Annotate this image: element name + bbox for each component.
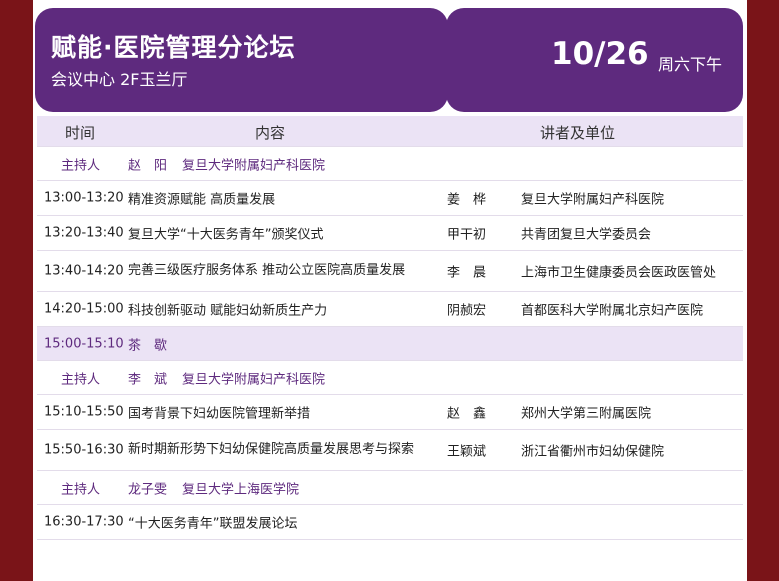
session-time: 13:40-14:20	[44, 263, 124, 279]
session-time: 13:00-13:20	[44, 190, 124, 206]
host-row: 主持人 赵 阳 复旦大学附属妇产科医院	[37, 147, 743, 181]
host-name: 李 斌	[128, 372, 168, 387]
agenda-table: 时间 内容 讲者及单位 主持人 赵 阳 复旦大学附属妇产科医院 13:00-13…	[37, 116, 743, 540]
session-time: 15:50-16:30	[44, 442, 124, 458]
table-header-row: 时间 内容 讲者及单位	[37, 116, 743, 147]
tea-break-row: 15:00-15:10 茶 歇	[37, 327, 743, 361]
date-header: 10/26 周六下午	[446, 8, 743, 112]
host-label: 主持人	[61, 482, 101, 497]
column-header-content: 内容	[255, 124, 286, 142]
host-row: 主持人 李 斌 复旦大学附属妇产科医院	[37, 361, 743, 395]
host-row: 主持人 龙子雯 复旦大学上海医学院	[37, 471, 743, 505]
forum-header: 赋能·医院管理分论坛 会议中心 2F玉兰厅	[35, 8, 448, 112]
host-org: 复旦大学附属妇产科医院	[182, 158, 326, 173]
session-org: 共青团复旦大学委员会	[521, 227, 652, 243]
session-time: 14:20-15:00	[44, 301, 124, 317]
forum-venue: 会议中心 2F玉兰厅	[51, 70, 188, 89]
session-topic: 精准资源赋能 高质量发展	[128, 192, 276, 208]
session-time: 16:30-17:30	[44, 514, 124, 530]
forum-weekday: 周六下午	[658, 55, 723, 74]
table-row: 13:40-14:20 完善三级医疗服务体系 推动公立医院高质量发展 李 晨 上…	[37, 251, 743, 292]
session-speaker: 阴赪宏	[447, 303, 487, 319]
host-name: 赵 阳	[128, 158, 168, 173]
table-row: 16:30-17:30 “十大医务青年”联盟发展论坛	[37, 505, 743, 540]
session-topic: 科技创新驱动 赋能妇幼新质生产力	[128, 303, 328, 319]
session-org: 郑州大学第三附属医院	[521, 406, 652, 422]
session-topic: “十大医务青年”联盟发展论坛	[128, 516, 298, 532]
session-speaker: 甲干初	[447, 227, 487, 243]
host-org: 复旦大学附属妇产科医院	[182, 372, 326, 387]
host-org: 复旦大学上海医学院	[182, 482, 300, 497]
session-topic: 复旦大学“十大医务青年”颁奖仪式	[128, 227, 324, 243]
session-org: 上海市卫生健康委员会医政医管处	[521, 265, 717, 281]
table-row: 14:20-15:00 科技创新驱动 赋能妇幼新质生产力 阴赪宏 首都医科大学附…	[37, 292, 743, 327]
table-row: 13:00-13:20 精准资源赋能 高质量发展 姜 桦 复旦大学附属妇产科医院	[37, 181, 743, 216]
break-label: 茶 歇	[128, 338, 168, 353]
break-time: 15:00-15:10	[44, 336, 124, 351]
session-org: 首都医科大学附属北京妇产医院	[521, 303, 704, 319]
session-time: 15:10-15:50	[44, 404, 124, 420]
session-topic: 新时期新形势下妇幼保健院高质量发展思考与探索	[128, 442, 415, 457]
table-row: 15:10-15:50 国考背景下妇幼医院管理新举措 赵 鑫 郑州大学第三附属医…	[37, 395, 743, 430]
session-org: 复旦大学附属妇产科医院	[521, 192, 665, 208]
column-header-speaker: 讲者及单位	[540, 124, 616, 142]
session-org: 浙江省衢州市妇幼保健院	[521, 444, 665, 460]
session-speaker: 赵 鑫	[447, 406, 487, 422]
session-speaker: 李 晨	[447, 265, 487, 281]
host-label: 主持人	[61, 372, 101, 387]
host-label: 主持人	[61, 158, 101, 173]
session-topic: 国考背景下妇幼医院管理新举措	[128, 406, 311, 422]
session-speaker: 姜 桦	[447, 192, 487, 208]
table-row: 15:50-16:30 新时期新形势下妇幼保健院高质量发展思考与探索 王颖斌 浙…	[37, 430, 743, 471]
column-header-time: 时间	[65, 124, 96, 142]
session-time: 13:20-13:40	[44, 225, 124, 241]
forum-title: 赋能·医院管理分论坛	[51, 33, 296, 62]
table-row: 13:20-13:40 复旦大学“十大医务青年”颁奖仪式 甲干初 共青团复旦大学…	[37, 216, 743, 251]
session-topic: 完善三级医疗服务体系 推动公立医院高质量发展	[128, 263, 406, 278]
host-name: 龙子雯	[128, 482, 168, 497]
forum-date: 10/26	[551, 36, 649, 72]
session-speaker: 王颖斌	[447, 444, 487, 460]
